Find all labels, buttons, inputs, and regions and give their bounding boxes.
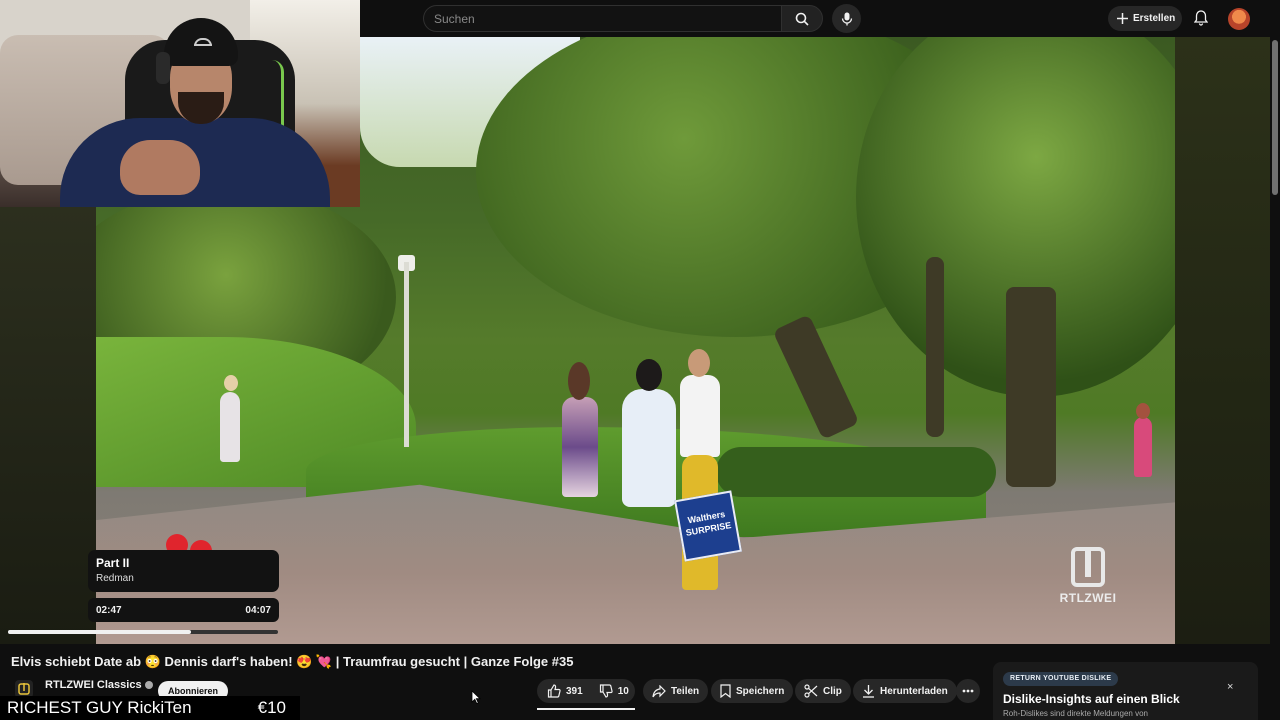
like-count: 391	[566, 685, 583, 697]
player-backdrop-right	[1175, 37, 1270, 644]
channel-watermark: RTLZWEI	[1054, 547, 1122, 605]
download-icon	[863, 685, 874, 698]
now-playing-elapsed: 02:47	[96, 604, 122, 616]
save-button[interactable]: Speichern	[711, 679, 794, 703]
channel-name-text: RTLZWEI Classics	[45, 679, 142, 691]
video-title: Elvis schiebt Date ab 😳 Dennis darf's ha…	[11, 654, 574, 669]
scene-shopping-bag: Walthers SURPRISE	[674, 490, 742, 562]
search-input[interactable]: Suchen	[423, 5, 781, 32]
clip-button[interactable]: Clip	[795, 679, 851, 703]
search-button[interactable]	[781, 5, 823, 32]
ticker-name: RICHEST GUY RickiTen	[7, 698, 192, 717]
now-playing-progress-fill	[8, 630, 191, 634]
create-label: Erstellen	[1133, 13, 1176, 24]
return-dislike-card: RETURN YOUTUBE DISLIKE × Dislike-Insight…	[993, 662, 1258, 720]
create-button[interactable]: Erstellen	[1108, 6, 1182, 31]
dislike-count: 10	[617, 685, 629, 697]
shopping-bag-text: Walthers SURPRISE	[684, 508, 733, 538]
scene-person-head	[688, 349, 710, 377]
now-playing-card: Part II Redman	[88, 550, 279, 592]
voice-search-button[interactable]	[832, 4, 861, 33]
save-label: Speichern	[736, 685, 785, 697]
scene-person-head	[224, 375, 238, 391]
return-dislike-title: Dislike-Insights auf einen Blick	[1003, 692, 1180, 706]
more-horizontal-icon	[962, 689, 974, 693]
scene-person-head	[568, 362, 590, 400]
now-playing-progress	[8, 630, 278, 634]
share-button[interactable]: Teilen	[643, 679, 709, 703]
scene-person	[220, 392, 240, 462]
clip-label: Clip	[823, 685, 842, 697]
scene-person-head	[1136, 403, 1150, 419]
share-label: Teilen	[671, 685, 700, 697]
watermark-text: RTLZWEI	[1059, 591, 1117, 605]
thumbs-up-icon	[547, 684, 561, 698]
now-playing-timer: 02:47 04:07	[88, 598, 279, 622]
like-ratio-bar	[537, 708, 635, 710]
streamer-webcam	[0, 0, 360, 207]
scene-person	[680, 375, 720, 457]
now-playing-total: 04:07	[245, 604, 271, 616]
account-avatar[interactable]	[1228, 8, 1250, 30]
share-icon	[652, 684, 666, 697]
more-actions-button[interactable]	[956, 679, 980, 703]
close-icon[interactable]: ×	[1227, 682, 1237, 693]
scrollbar-thumb[interactable]	[1272, 40, 1278, 195]
scene-trunk	[1006, 287, 1056, 487]
bookmark-icon	[720, 684, 731, 698]
scene-person-head	[636, 359, 662, 391]
scene-person	[562, 397, 598, 497]
return-dislike-badge: RETURN YOUTUBE DISLIKE	[1003, 672, 1119, 686]
notifications-button[interactable]	[1191, 8, 1211, 28]
download-label: Herunterladen	[880, 685, 948, 697]
ticker-amount: €10	[257, 698, 286, 717]
return-dislike-subtitle: Roh-Dislikes sind direkte Meldungen von	[1003, 709, 1148, 718]
now-playing-artist: Redman	[96, 573, 134, 584]
rtl-logo-icon	[1071, 547, 1105, 587]
search-icon	[795, 12, 809, 26]
like-dislike-group: 391 10	[537, 679, 635, 703]
scene-person	[622, 389, 676, 507]
scene-person	[1134, 417, 1152, 477]
download-button[interactable]: Herunterladen	[853, 679, 957, 703]
like-button[interactable]: 391	[547, 684, 583, 698]
page-scrollbar[interactable]	[1270, 0, 1280, 720]
mouse-cursor-icon	[471, 690, 481, 704]
headset-icon	[156, 52, 170, 84]
player-backdrop-left	[0, 207, 96, 644]
rtl-logo-icon	[18, 683, 30, 695]
donation-ticker: RICHEST GUY RickiTen €10	[0, 696, 300, 720]
now-playing-title: Part II	[96, 556, 130, 570]
beanie-logo-icon	[194, 38, 212, 46]
microphone-icon	[841, 12, 852, 25]
thumbs-down-icon	[599, 684, 613, 698]
bell-icon	[1194, 10, 1208, 26]
scene-hedge	[716, 447, 996, 497]
plus-icon	[1117, 13, 1128, 24]
scene-lamp-post	[404, 262, 409, 447]
dislike-button[interactable]: 10	[599, 684, 629, 698]
verified-icon	[144, 681, 153, 690]
scene-trunk	[926, 257, 944, 437]
channel-name[interactable]: RTLZWEI Classics	[45, 679, 153, 691]
scissors-icon	[804, 684, 818, 698]
webcam-streamer-hand	[120, 140, 200, 195]
scene-trunk	[772, 314, 860, 440]
